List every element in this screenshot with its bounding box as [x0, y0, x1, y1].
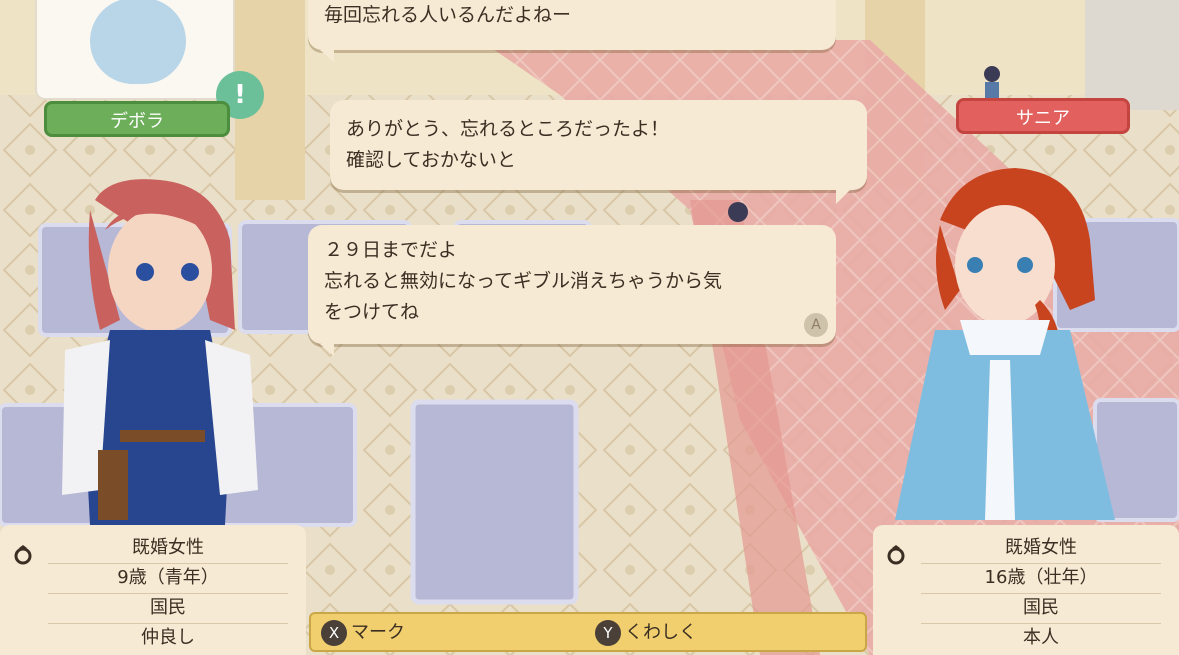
bubble-tail — [320, 50, 334, 62]
dialogue-line: ありがとう、忘れるところだったよ！ — [346, 118, 670, 140]
ring-icon — [887, 545, 905, 565]
control-bar: X マーク Y くわしく — [309, 612, 867, 652]
mark-label: マーク — [351, 622, 405, 643]
card-row-citizenship: 国民 — [921, 593, 1161, 624]
alert-symbol: ! — [234, 80, 246, 110]
dialogue-line: をつけてね — [324, 301, 420, 323]
left-character-card: 既婚女性 9歳（青年） 国民 仲良し — [0, 525, 306, 655]
x-button-icon: X — [321, 620, 347, 646]
dialogue-bubble-3: ２９日までだよ 忘れると無効になってギブル消えちゃうから気 をつけてね A — [308, 225, 836, 344]
ring-icon — [14, 545, 32, 565]
card-row-age: 9歳（青年） — [48, 563, 288, 594]
card-row-status: 既婚女性 — [921, 533, 1161, 564]
bubble-tail — [320, 344, 334, 356]
dialogue-line: 忘れると無効になってギブル消えちゃうから気 — [324, 270, 723, 292]
left-character-name: デボラ — [110, 111, 164, 132]
details-label: くわしく — [625, 622, 697, 643]
dialogue-line: ２９日までだよ — [324, 239, 458, 261]
portrait-placeholder — [90, 0, 186, 84]
mark-button[interactable]: X マーク — [321, 618, 405, 648]
portrait-panel — [35, 0, 235, 100]
card-row-age: 16歳（壮年） — [921, 563, 1161, 594]
y-button-icon: Y — [595, 620, 621, 646]
advance-a-button[interactable]: A — [804, 313, 828, 337]
card-row-citizenship: 国民 — [48, 593, 288, 624]
right-character-card: 既婚女性 16歳（壮年） 国民 本人 — [873, 525, 1179, 655]
card-row-relationship: 本人 — [1023, 627, 1059, 648]
details-button[interactable]: Y くわしく — [595, 618, 697, 648]
dialogue-bubble-2: ありがとう、忘れるところだったよ！ 確認しておかないと — [330, 100, 867, 190]
left-character-nameplate: デボラ — [44, 101, 230, 137]
advance-key: A — [811, 317, 821, 333]
card-row-status: 既婚女性 — [48, 533, 288, 564]
dialogue-bubble-1: 毎回忘れる人いるんだよねー — [308, 0, 836, 50]
right-character-name: サニア — [1016, 108, 1070, 129]
bubble-tail — [836, 190, 850, 204]
dialogue-line: 毎回忘れる人いるんだよねー — [324, 4, 572, 26]
right-character-nameplate: サニア — [956, 98, 1130, 134]
dialogue-line: 確認しておかないと — [346, 149, 516, 171]
card-row-relationship: 仲良し — [141, 627, 195, 648]
